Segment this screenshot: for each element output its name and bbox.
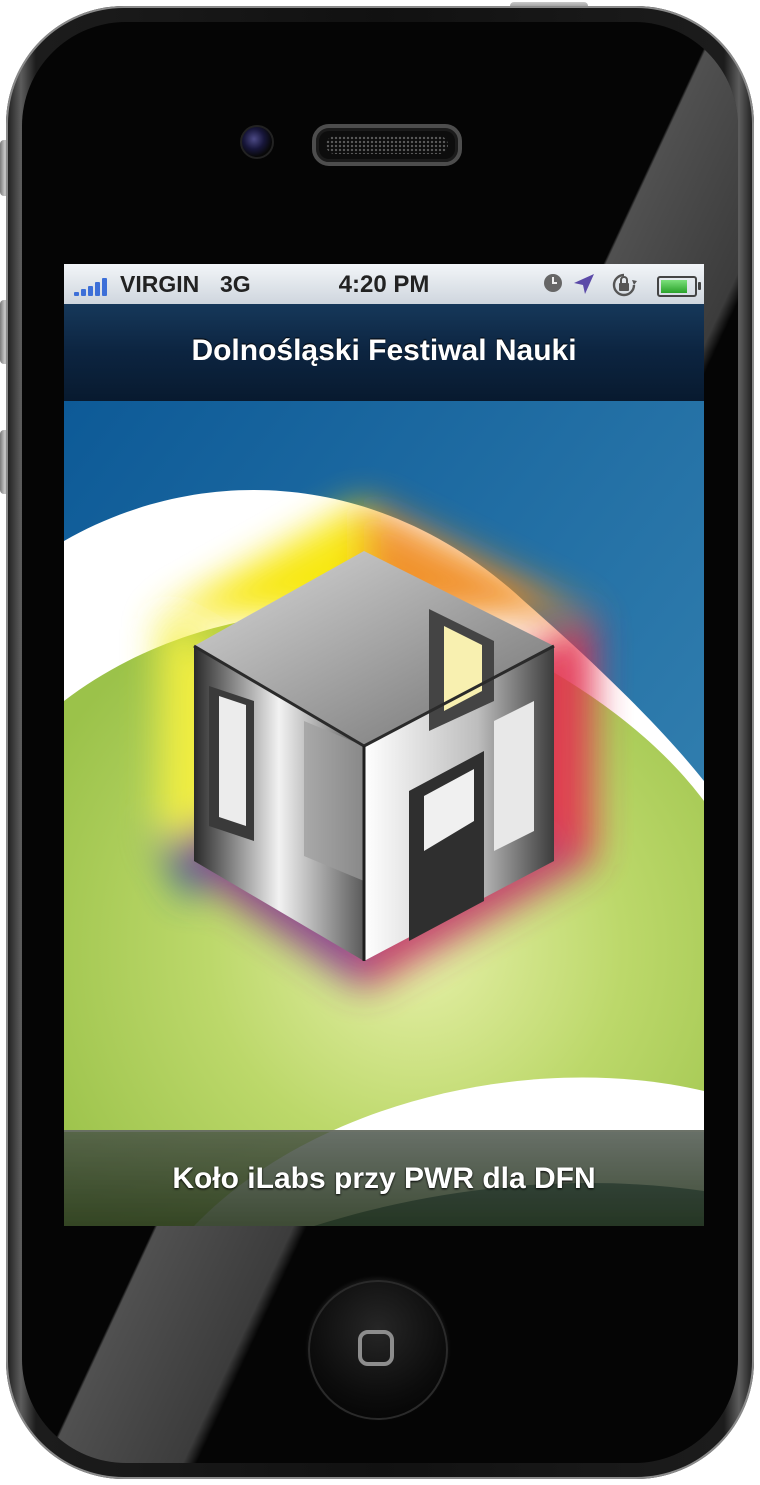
earpiece-speaker	[312, 124, 462, 166]
home-button[interactable]	[308, 1280, 448, 1420]
home-square-icon	[358, 1330, 394, 1366]
battery-icon	[657, 276, 701, 297]
front-camera	[240, 125, 274, 159]
dfn-background	[64, 401, 704, 1226]
footer-bar: Koło iLabs przy PWR dla DFN	[64, 1130, 704, 1226]
screen: VIRGIN 3G 4:20 PM Dolnośląski Festiwal N…	[64, 264, 704, 1226]
page-title: Dolnośląski Festiwal Nauki	[191, 334, 577, 367]
navigation-bar: Dolnośląski Festiwal Nauki	[64, 304, 704, 402]
splash-content	[64, 401, 704, 1226]
status-bar: VIRGIN 3G 4:20 PM	[64, 264, 704, 304]
location-arrow-icon	[572, 272, 596, 302]
clock-icon	[542, 272, 564, 300]
footer-credit: Koło iLabs przy PWR dla DFN	[172, 1162, 596, 1195]
status-time: 4:20 PM	[338, 271, 430, 298]
rotation-lock-icon	[610, 272, 638, 304]
